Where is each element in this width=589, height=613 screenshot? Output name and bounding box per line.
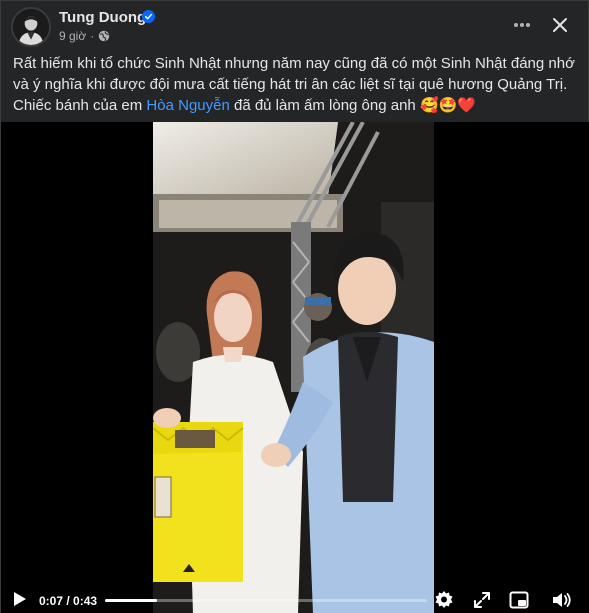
more-options-icon bbox=[514, 23, 530, 27]
fullscreen-button[interactable] bbox=[471, 589, 493, 611]
play-button[interactable] bbox=[9, 588, 31, 610]
video-progress-bar[interactable] bbox=[105, 599, 427, 602]
post-time[interactable]: 9 giờ bbox=[59, 29, 86, 43]
post-caption: Rất hiếm khi tổ chức Sinh Nhật nhưng năm… bbox=[13, 53, 581, 116]
play-icon bbox=[14, 592, 26, 606]
video-progress-fill bbox=[105, 599, 158, 602]
author-name[interactable]: Tung Duong bbox=[59, 9, 146, 26]
close-button[interactable] bbox=[545, 11, 575, 39]
meta-separator: · bbox=[90, 29, 95, 43]
post-header: Tung Duong 9 giờ · bbox=[1, 1, 589, 53]
tagged-person-link[interactable]: Hòa Nguyễn bbox=[146, 97, 229, 114]
caption-text-end: đã đủ làm ấm lòng ông anh bbox=[229, 97, 420, 114]
post-modal: Tung Duong 9 giờ · Rất hiếm khi tổ chức … bbox=[0, 0, 589, 613]
avatar-image bbox=[13, 9, 49, 45]
caption-emoji: 🥰🤩❤️ bbox=[419, 97, 476, 114]
globe-icon[interactable] bbox=[98, 30, 110, 42]
volume-button[interactable] bbox=[550, 589, 574, 611]
volume-icon bbox=[553, 593, 571, 607]
verified-badge-icon bbox=[142, 10, 155, 23]
video-still-image bbox=[153, 122, 434, 613]
settings-button[interactable] bbox=[433, 589, 455, 611]
expand-icon bbox=[474, 592, 490, 608]
close-icon bbox=[553, 18, 567, 32]
gear-icon bbox=[435, 591, 453, 608]
more-options-button[interactable] bbox=[506, 11, 538, 39]
post-meta: 9 giờ · bbox=[59, 29, 110, 43]
video-time: 0:07 / 0:43 bbox=[39, 594, 98, 608]
video-controls: 0:07 / 0:43 bbox=[1, 562, 589, 613]
picture-in-picture-icon bbox=[509, 591, 529, 609]
video-player[interactable]: 0:07 / 0:43 bbox=[1, 122, 589, 613]
picture-in-picture-button[interactable] bbox=[508, 589, 530, 611]
video-frame[interactable] bbox=[153, 122, 434, 613]
avatar[interactable] bbox=[11, 7, 51, 47]
